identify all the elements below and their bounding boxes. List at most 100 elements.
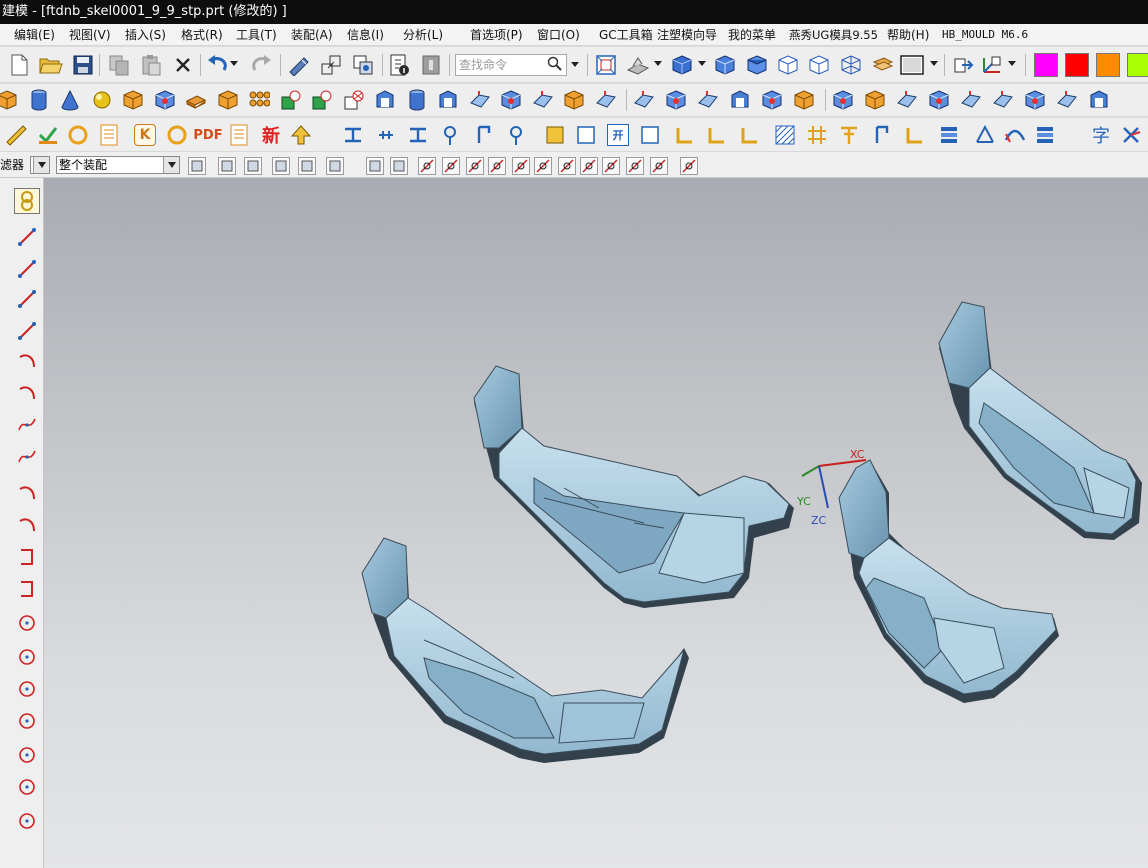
mold-tool-corner-icon[interactable] — [737, 122, 763, 148]
search-icon[interactable] — [547, 56, 563, 78]
selection-scope-dropdown[interactable]: 整个装配 — [56, 156, 180, 174]
snap-dropdown-icon[interactable] — [244, 157, 262, 175]
arc-center-snap-icon[interactable] — [534, 157, 552, 175]
mold-tool-curvesBlue-icon[interactable] — [1002, 122, 1028, 148]
molded-part-b[interactable] — [938, 301, 1142, 540]
feature-tool-blockB-icon[interactable] — [830, 87, 856, 113]
feature-tool-cyl-icon[interactable] — [26, 87, 52, 113]
sketch-circ-tool-icon[interactable] — [14, 774, 40, 800]
render-style-icon[interactable] — [625, 52, 651, 78]
feature-tool-face-icon[interactable] — [530, 87, 556, 113]
save-icon[interactable] — [70, 52, 96, 78]
molded-part-a[interactable] — [473, 365, 794, 608]
feature-tool-blockO-icon[interactable] — [561, 87, 587, 113]
menu-gc-toolkit[interactable]: GC工具箱 — [599, 24, 653, 45]
undo-dropdown-icon[interactable] — [228, 56, 240, 72]
feature-tool-blockO-icon[interactable] — [0, 87, 20, 113]
feature-tool-boolG-icon[interactable] — [278, 87, 304, 113]
layer-settings-icon[interactable] — [870, 52, 896, 78]
wireframe-icon[interactable] — [838, 52, 864, 78]
select-all-icon[interactable] — [272, 157, 290, 175]
sketch-spline-tool-icon[interactable] — [14, 444, 40, 470]
k-tool-button[interactable]: K — [134, 124, 156, 146]
feature-tool-face-icon[interactable] — [958, 87, 984, 113]
view-top-icon[interactable] — [744, 52, 770, 78]
feature-tool-cyl-icon[interactable] — [404, 87, 430, 113]
feature-tool-blockB-icon[interactable] — [1022, 87, 1048, 113]
mold-tool-list-icon[interactable] — [96, 122, 122, 148]
mold-tool-tee-icon[interactable] — [836, 122, 862, 148]
mold-tool-hatch-icon[interactable] — [772, 122, 798, 148]
point-on-curve-icon[interactable] — [626, 157, 644, 175]
mold-tool-stack-icon[interactable] — [1032, 122, 1058, 148]
shaded-solid-icon[interactable] — [366, 157, 384, 175]
information-icon[interactable] — [386, 52, 412, 78]
sketch-arc-tool-icon[interactable] — [14, 348, 40, 374]
menu-tools[interactable]: 工具(T) — [236, 24, 277, 45]
deselect-icon[interactable] — [298, 157, 316, 175]
part-navigator-icon[interactable] — [350, 52, 376, 78]
grid-toggle-icon[interactable] — [680, 157, 698, 175]
chevron-down-icon[interactable] — [33, 157, 49, 173]
mold-tool-ring-icon[interactable] — [164, 122, 190, 148]
feature-tool-blockB-icon[interactable] — [759, 87, 785, 113]
sketch-line-tool-icon[interactable] — [14, 224, 40, 250]
background-color-icon[interactable] — [899, 52, 925, 78]
wcs-dropdown-icon[interactable] — [1006, 56, 1018, 72]
mold-tool-arrowUp-icon[interactable] — [288, 122, 314, 148]
text-tool-button[interactable]: 字 — [1088, 122, 1114, 148]
mold-tool-list-icon[interactable] — [226, 122, 252, 148]
feature-tool-blockO-icon[interactable] — [862, 87, 888, 113]
mold-tool-stack-icon[interactable] — [936, 122, 962, 148]
render-style-dropdown-icon[interactable] — [652, 56, 664, 72]
feature-tool-face-icon[interactable] — [631, 87, 657, 113]
menu-window[interactable]: 窗口(O) — [537, 24, 580, 45]
quadrant-snap-icon[interactable] — [580, 157, 598, 175]
color-swatch[interactable] — [1034, 53, 1058, 77]
mold-tool-beam-icon[interactable] — [340, 122, 366, 148]
feature-tool-mold-icon[interactable] — [1086, 87, 1112, 113]
mold-tool-grid-icon[interactable] — [804, 122, 830, 148]
sketch-line-tool-icon[interactable] — [14, 318, 40, 344]
wcs-orient-icon[interactable] — [979, 52, 1005, 78]
menu-analysis[interactable]: 分析(L) — [403, 24, 443, 45]
menu-yanxiu-mold[interactable]: 燕秀UG模具9.55 — [789, 24, 878, 45]
sketch-bracket-tool-icon[interactable] — [14, 544, 40, 570]
feature-tool-blockO-icon[interactable] — [120, 87, 146, 113]
existing-point-icon[interactable] — [602, 157, 620, 175]
sketch-circ-tool-icon[interactable] — [14, 610, 40, 636]
menu-edit[interactable]: 编辑(E) — [14, 24, 55, 45]
menu-view[interactable]: 视图(V) — [69, 24, 111, 45]
sketch-chain-tool-icon[interactable] — [14, 188, 40, 214]
sketch-arc-tool-icon[interactable] — [14, 380, 40, 406]
mold-tool-corner-icon[interactable] — [672, 122, 698, 148]
circle-center-snap-icon[interactable] — [558, 157, 576, 175]
molded-part-d[interactable] — [838, 459, 1059, 703]
sketch-tool-icon[interactable] — [286, 52, 312, 78]
mold-tool-dim-icon[interactable] — [972, 122, 998, 148]
mold-tool-check-icon[interactable] — [35, 122, 61, 148]
mold-tool-key-icon[interactable] — [437, 122, 463, 148]
sketch-circ-tool-icon[interactable] — [14, 742, 40, 768]
feature-tool-sphere-icon[interactable] — [89, 87, 115, 113]
color-swatch[interactable] — [1127, 53, 1148, 77]
sketch-circ-tool-icon[interactable] — [14, 708, 40, 734]
mold-tool-sqWhite-icon[interactable] — [637, 122, 663, 148]
sketch-circ-tool-icon[interactable] — [14, 644, 40, 670]
shaded-cube-icon[interactable] — [669, 52, 695, 78]
menu-preferences[interactable]: 首选项(P) — [470, 24, 523, 45]
sketch-arc-tool-icon[interactable] — [14, 480, 40, 506]
type-filter-dropdown[interactable] — [30, 156, 50, 174]
feature-tool-face-icon[interactable] — [1054, 87, 1080, 113]
feature-tool-boolG-icon[interactable] — [309, 87, 335, 113]
color-swatch[interactable] — [1065, 53, 1089, 77]
copy-icon[interactable] — [106, 52, 132, 78]
pdf-export-button[interactable]: PDF — [193, 124, 222, 146]
box-select-icon[interactable] — [326, 157, 344, 175]
mold-tool-xred-icon[interactable] — [1118, 122, 1144, 148]
view-right-icon[interactable] — [775, 52, 801, 78]
feature-tool-cone-icon[interactable] — [57, 87, 83, 113]
delete-icon[interactable] — [170, 52, 196, 78]
chevron-down-icon[interactable] — [163, 157, 179, 173]
menu-insert[interactable]: 插入(S) — [125, 24, 166, 45]
